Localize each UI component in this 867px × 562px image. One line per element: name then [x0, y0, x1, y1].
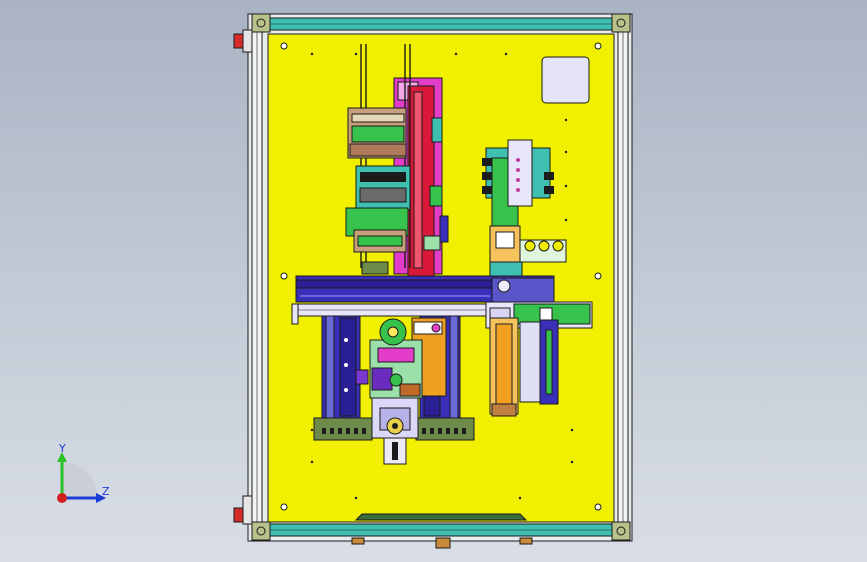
corner-bracket-bottom-right: [611, 521, 631, 541]
green-gear: [379, 318, 407, 346]
mint-block: [369, 339, 423, 399]
corner-bracket-bottom-left: [251, 521, 271, 541]
horizontal-gantry: [295, 275, 555, 305]
corner-bracket-top-right: [611, 13, 631, 33]
olive-mount-right: [415, 417, 475, 441]
plate-bottom-lip: [354, 513, 528, 521]
upper-roll-assembly: [347, 107, 407, 159]
bottom-foot-left: [351, 537, 365, 545]
bottom-foot-right: [519, 537, 533, 545]
triad-z-label: Z: [102, 485, 110, 498]
triad-gray-quadrant: [62, 462, 98, 498]
cad-graphics-viewport[interactable]: Y Z: [0, 0, 867, 562]
bottom-foot-center: [435, 537, 451, 549]
corner-bracket-top-left: [251, 13, 271, 33]
triad-y-label: Y: [59, 442, 66, 455]
label-panel: [541, 56, 590, 104]
olive-mount-left: [313, 417, 373, 441]
hinge-top-left: [233, 29, 253, 53]
machine-assembly-model[interactable]: [0, 0, 867, 562]
hinge-bottom-left: [233, 495, 253, 525]
middle-roll-assembly: [355, 165, 411, 211]
vertical-slide-right: [489, 317, 559, 417]
triad-x-origin-icon: [57, 493, 67, 503]
fork-bracket: [517, 239, 567, 263]
axis-triad: Y Z: [40, 436, 130, 516]
